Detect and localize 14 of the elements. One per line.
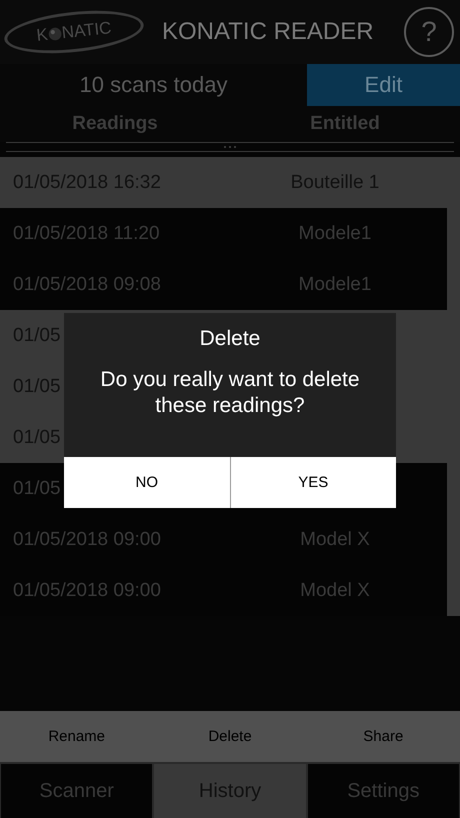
- help-button[interactable]: ?: [404, 7, 454, 57]
- action-button[interactable]: Rename: [0, 711, 154, 762]
- action-button[interactable]: Share: [306, 711, 460, 762]
- edit-button[interactable]: Edit: [307, 64, 460, 106]
- dialog-message: Do you really want to delete these readings?: [99, 367, 361, 419]
- globe-icon: [47, 26, 63, 42]
- dialog-button[interactable]: YES: [230, 457, 396, 508]
- dialog-title: Delete: [198, 327, 262, 351]
- scan-count: 10 scans today: [78, 71, 228, 99]
- action-button[interactable]: Delete: [153, 711, 307, 762]
- dialog-button[interactable]: NO: [64, 457, 230, 508]
- logo-text: NATIC: [60, 18, 112, 44]
- logo-text: K: [36, 24, 49, 46]
- app-title: KONATIC READER: [162, 18, 375, 46]
